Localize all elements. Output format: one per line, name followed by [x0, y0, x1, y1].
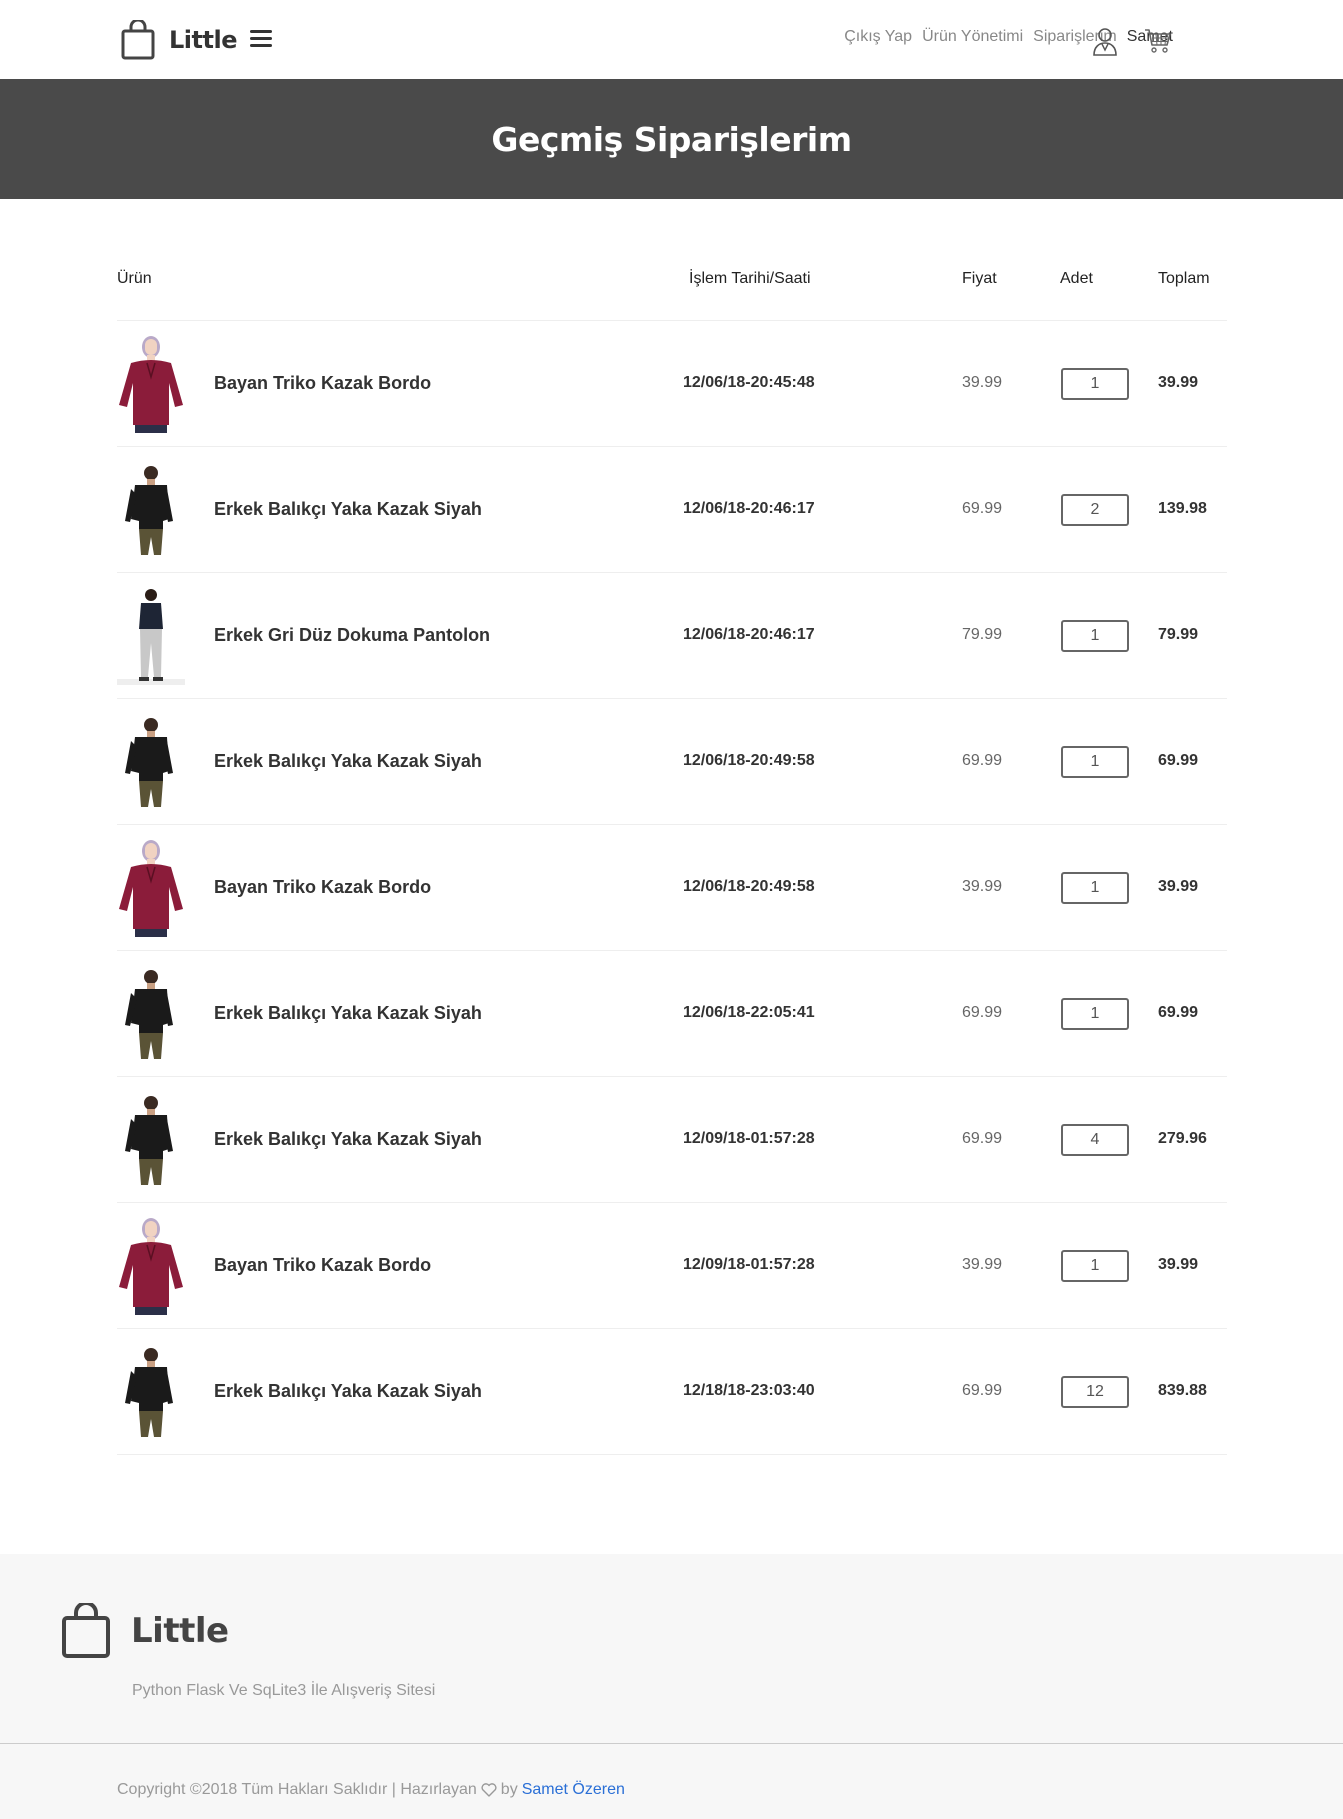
- product-name[interactable]: Bayan Triko Kazak Bordo: [214, 373, 431, 394]
- table-row: Erkek Gri Düz Dokuma Pantolon 12/06/18-20…: [117, 573, 1227, 699]
- user-icon[interactable]: [1092, 26, 1118, 56]
- order-datetime: 12/06/18-20:49:58: [683, 752, 815, 769]
- quantity-field[interactable]: [1061, 1250, 1129, 1282]
- quantity-field[interactable]: [1061, 494, 1129, 526]
- copyright: Copyright ©2018 Tüm Hakları Saklıdır | H…: [117, 1781, 625, 1799]
- row-total: 39.99: [1158, 1256, 1199, 1273]
- product-name[interactable]: Erkek Balıkçı Yaka Kazak Siyah: [214, 1129, 482, 1150]
- product-price: 79.99: [962, 626, 1003, 643]
- header-product: Ürün: [117, 270, 152, 287]
- table-row: Erkek Balıkçı Yaka Kazak Siyah 12/06/18-2…: [117, 447, 1227, 573]
- header-price: Fiyat: [962, 270, 997, 287]
- site-footer: Little Python Flask Ve SqLite3 İle Alışv…: [0, 1554, 1343, 1819]
- product-price: 39.99: [962, 374, 1003, 391]
- product-price: 69.99: [962, 1130, 1003, 1147]
- nav-product-management-link[interactable]: Ürün Yönetimi: [922, 28, 1023, 46]
- product-price: 69.99: [962, 500, 1003, 517]
- header-qty: Adet: [1060, 270, 1093, 287]
- product-price: 69.99: [962, 1382, 1003, 1399]
- page-title: Geçmiş Siparişlerim: [491, 119, 852, 159]
- product-price: 69.99: [962, 1004, 1003, 1021]
- order-datetime: 12/18/18-23:03:40: [683, 1382, 815, 1399]
- product-image[interactable]: [117, 459, 185, 559]
- nav-logout-link[interactable]: Çıkış Yap: [844, 28, 912, 46]
- table-row: Erkek Balıkçı Yaka Kazak Siyah 12/06/18-2…: [117, 951, 1227, 1077]
- row-total: 69.99: [1158, 752, 1199, 769]
- order-datetime: 12/06/18-20:45:48: [683, 374, 815, 391]
- quantity-field[interactable]: [1061, 998, 1129, 1030]
- product-image[interactable]: [117, 333, 185, 433]
- order-datetime: 12/06/18-20:46:17: [683, 626, 815, 643]
- page-banner: Geçmiş Siparişlerim: [0, 79, 1343, 199]
- product-price: 39.99: [962, 878, 1003, 895]
- header-datetime: İşlem Tarihi/Saati: [689, 270, 811, 287]
- order-datetime: 12/09/18-01:57:28: [683, 1256, 815, 1273]
- order-datetime: 12/06/18-20:49:58: [683, 878, 815, 895]
- footer-tagline: Python Flask Ve SqLite3 İle Alışveriş Si…: [132, 1682, 436, 1699]
- product-name[interactable]: Erkek Balıkçı Yaka Kazak Siyah: [214, 1003, 482, 1024]
- row-total: 39.99: [1158, 374, 1199, 391]
- quantity-field[interactable]: [1061, 1124, 1129, 1156]
- footer-divider: [0, 1743, 1343, 1744]
- product-price: 69.99: [962, 752, 1003, 769]
- order-datetime: 12/06/18-22:05:41: [683, 1004, 815, 1021]
- product-name[interactable]: Bayan Triko Kazak Bordo: [214, 1255, 431, 1276]
- product-name[interactable]: Bayan Triko Kazak Bordo: [214, 877, 431, 898]
- table-row: Erkek Balıkçı Yaka Kazak Siyah 12/18/18-2…: [117, 1329, 1227, 1455]
- table-row: Bayan Triko Kazak Bordo 12/06/18-20:49:58…: [117, 825, 1227, 951]
- product-name[interactable]: Erkek Gri Düz Dokuma Pantolon: [214, 625, 490, 646]
- hamburger-icon[interactable]: [250, 30, 272, 50]
- copyright-by: by: [500, 1781, 518, 1798]
- product-image[interactable]: [117, 711, 185, 811]
- row-total: 79.99: [1158, 626, 1199, 643]
- quantity-field[interactable]: [1061, 1376, 1129, 1408]
- table-row: Bayan Triko Kazak Bordo 12/09/18-01:57:28…: [117, 1203, 1227, 1329]
- row-total: 39.99: [1158, 878, 1199, 895]
- table-row: Bayan Triko Kazak Bordo 12/06/18-20:45:48…: [117, 321, 1227, 447]
- quantity-field[interactable]: [1061, 872, 1129, 904]
- logo[interactable]: Little: [121, 19, 237, 61]
- row-total: 69.99: [1158, 1004, 1199, 1021]
- order-datetime: 12/09/18-01:57:28: [683, 1130, 815, 1147]
- row-total: 279.96: [1158, 1130, 1207, 1147]
- row-total: 139.98: [1158, 500, 1207, 517]
- table-row: Erkek Balıkçı Yaka Kazak Siyah 12/09/18-0…: [117, 1077, 1227, 1203]
- quantity-field[interactable]: [1061, 620, 1129, 652]
- footer-logo[interactable]: Little: [61, 1603, 229, 1659]
- product-image[interactable]: [117, 1089, 185, 1189]
- product-image[interactable]: [117, 1341, 185, 1441]
- orders-table: Ürün İşlem Tarihi/Saati Fiyat Adet Topla…: [117, 255, 1227, 1455]
- product-price: 39.99: [962, 1256, 1003, 1273]
- product-image[interactable]: [117, 1215, 185, 1315]
- product-image[interactable]: [117, 585, 185, 685]
- product-name[interactable]: Erkek Balıkçı Yaka Kazak Siyah: [214, 499, 482, 520]
- site-header: Little Çıkış Yap Ürün Yönetimi Siparişle…: [0, 0, 1343, 79]
- quantity-field[interactable]: [1061, 368, 1129, 400]
- footer-logo-text: Little: [131, 1611, 229, 1651]
- product-name[interactable]: Erkek Balıkçı Yaka Kazak Siyah: [214, 1381, 482, 1402]
- row-total: 839.88: [1158, 1382, 1207, 1399]
- order-datetime: 12/06/18-20:46:17: [683, 500, 815, 517]
- product-image[interactable]: [117, 837, 185, 937]
- table-header: Ürün İşlem Tarihi/Saati Fiyat Adet Topla…: [117, 255, 1227, 321]
- logo-text: Little: [169, 26, 237, 54]
- top-nav: Çıkış Yap Ürün Yönetimi Siparişlerim Sam…: [834, 28, 1173, 46]
- product-name[interactable]: Erkek Balıkçı Yaka Kazak Siyah: [214, 751, 482, 772]
- copyright-text: Copyright ©2018 Tüm Hakları Saklıdır | H…: [117, 1781, 477, 1798]
- shopping-bag-icon: [121, 20, 155, 60]
- quantity-field[interactable]: [1061, 746, 1129, 778]
- header-total: Toplam: [1158, 270, 1210, 287]
- table-row: Erkek Balıkçı Yaka Kazak Siyah 12/06/18-2…: [117, 699, 1227, 825]
- heart-icon: [481, 1783, 497, 1797]
- author-link[interactable]: Samet Özeren: [522, 1781, 625, 1799]
- shopping-bag-icon: [62, 1603, 110, 1658]
- cart-icon[interactable]: [1144, 28, 1172, 54]
- product-image[interactable]: [117, 963, 185, 1063]
